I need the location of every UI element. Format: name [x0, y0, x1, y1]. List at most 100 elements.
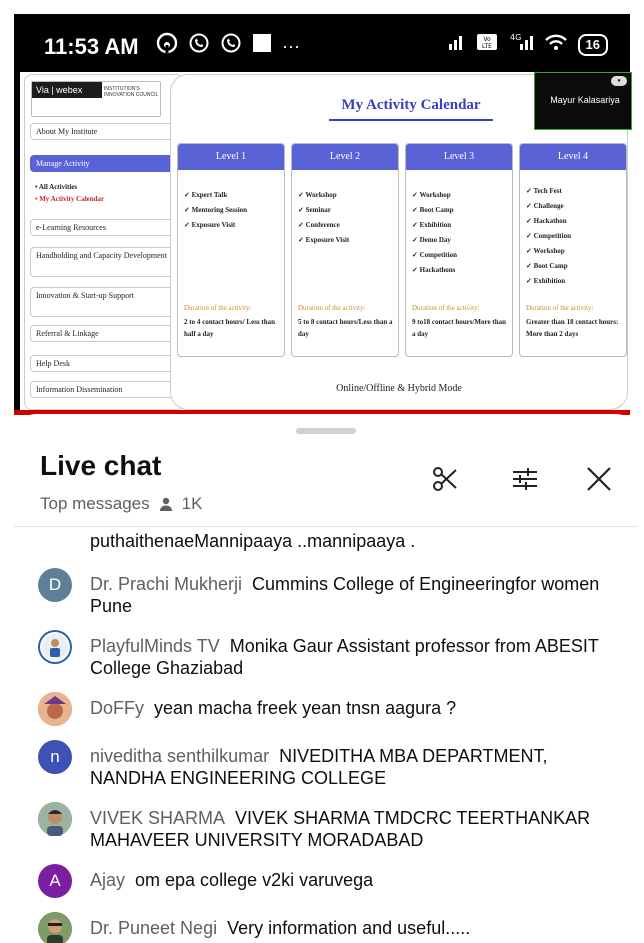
message-author[interactable]: Dr. Puneet Negi	[90, 918, 217, 938]
shared-slide: Via | webex INSTITUTION'S INNOVATION COU…	[20, 72, 632, 412]
chat-message: Dr. Puneet Negi Very information and usef…	[38, 912, 618, 943]
level-item: ✓ Boot Camp	[526, 262, 568, 270]
scissors-icon	[430, 467, 460, 500]
whatsapp-icon	[220, 32, 242, 60]
level-item: ✓ Expert Talk	[184, 191, 228, 199]
duration-text: 2 to 4 contact hours/ Less than half a d…	[184, 318, 276, 338]
svg-text:4G: 4G	[510, 33, 521, 42]
level-title: Level 1	[178, 144, 284, 170]
level-card: Level 2 ✓ Workshop ✓ Seminar ✓ Conferenc…	[291, 143, 399, 357]
level-title: Level 4	[520, 144, 626, 170]
level-items: ✓ Workshop ✓ Boot Camp ✓ Exhibition ✓ De…	[412, 188, 508, 278]
chat-settings-button[interactable]	[508, 464, 542, 498]
drag-handle[interactable]	[296, 428, 356, 434]
duration-text: 5 to 8 contact hours/Less than a day	[298, 318, 393, 338]
level-item: ✓ Exhibition	[526, 277, 566, 285]
sidebar-item-referral: Referral & Linkage	[30, 325, 180, 342]
level-item: ✓ Workshop	[412, 191, 451, 199]
message-author[interactable]: Ajay	[90, 870, 125, 890]
message-author[interactable]: Dr. Prachi Mukherji	[90, 574, 242, 594]
level-item: ✓ Seminar	[298, 206, 331, 214]
chat-message: A Ajay om epa college v2ki varuvega	[38, 864, 618, 898]
whatsapp-icon	[188, 32, 210, 60]
level-items: ✓ Tech Fest ✓ Challenge ✓ Hackathon ✓ Co…	[526, 184, 622, 289]
message-body: VIVEK SHARMA VIVEK SHARMA TMDCRC TEERTHAN…	[90, 802, 618, 851]
level-item: ✓ Exposure Visit	[184, 221, 236, 229]
level-items: ✓ Expert Talk ✓ Mentoring Session ✓ Expo…	[184, 188, 280, 233]
level-item: ✓ Workshop	[526, 247, 565, 255]
logo-subtext: INSTITUTION'S INNOVATION COUNCIL	[104, 86, 159, 98]
chat-message: puthaithenaeMannipaaya ..mannipaaya .	[38, 530, 618, 552]
battery-icon: 16	[577, 34, 608, 56]
more-icon: ···	[282, 36, 300, 56]
sidebar-item-about: About My Institute	[30, 123, 180, 140]
avatar[interactable]: n	[38, 740, 72, 774]
level-item: ✓ Hackathons	[412, 266, 456, 274]
message-body: niveditha senthilkumar NIVEDITHA MBA DEPA…	[90, 740, 618, 789]
message-author[interactable]: VIVEK SHARMA	[90, 808, 225, 828]
svg-text:LTE: LTE	[482, 43, 492, 50]
level-item: ✓ Competition	[526, 232, 571, 240]
chat-filter-dropdown[interactable]: Top messages 1K	[40, 494, 202, 514]
avatar[interactable]: D	[38, 568, 72, 602]
message-text: Very information and useful.....	[227, 918, 471, 938]
mode-text: Online/Offline & Hybrid Mode	[336, 383, 462, 394]
avatar[interactable]	[38, 692, 72, 726]
message-author[interactable]: DoFFy	[90, 698, 144, 718]
live-chat-title: Live chat	[40, 450, 162, 481]
mic-badge-icon: ●	[611, 76, 627, 86]
status-time: 11:53 AM	[44, 34, 139, 59]
chat-message-list[interactable]: puthaithenaeMannipaaya ..mannipaaya . D …	[14, 528, 638, 943]
status-bar: 11:53 AM ··· Vo LTE 4G 16	[14, 14, 630, 74]
signal-icon	[448, 33, 466, 57]
avatar[interactable]	[38, 912, 72, 943]
level-item: ✓ Exposure Visit	[298, 236, 350, 244]
message-body: Dr. Puneet Negi Very information and usef…	[90, 912, 470, 943]
square-icon	[252, 33, 272, 59]
duration-text: Greater than 18 contact hours: More than…	[526, 318, 619, 338]
chat-message: n niveditha senthilkumar NIVEDITHA MBA DE…	[38, 740, 618, 789]
participant-name: Mayur Kalasariya	[550, 95, 620, 105]
message-author[interactable]: niveditha senthilkumar	[90, 746, 269, 766]
avatar[interactable]: A	[38, 864, 72, 898]
level-item: ✓ Demo Day	[412, 236, 451, 244]
chat-message: VIVEK SHARMA VIVEK SHARMA TMDCRC TEERTHAN…	[38, 802, 618, 851]
title-underline	[329, 119, 493, 121]
avatar[interactable]	[38, 802, 72, 836]
message-author[interactable]: PlayfulMinds TV	[90, 636, 220, 656]
level-item: ✓ Tech Fest	[526, 187, 562, 195]
sidebar-item-innovation: Innovation & Start-up Support	[30, 287, 180, 317]
level-title: Level 2	[292, 144, 398, 170]
viewer-count: 1K	[181, 494, 203, 513]
person-icon	[158, 496, 174, 512]
level-card: Level 1 ✓ Expert Talk ✓ Mentoring Sessio…	[177, 143, 285, 357]
duration-text: 9 to18 contact hours/More than a day	[412, 318, 506, 338]
chat-message: PlayfulMinds TV Monika Gaur Assistant pro…	[38, 630, 618, 679]
message-text: puthaithenaeMannipaaya ..mannipaaya .	[90, 531, 416, 551]
sidebar-item-manage-activity: Manage Activity	[30, 155, 180, 172]
wifi-icon	[544, 32, 568, 58]
close-icon	[584, 467, 614, 500]
level-item: ✓ Hackathon	[526, 217, 567, 225]
4g-signal-icon: 4G	[508, 32, 534, 58]
slide-sidebar: Via | webex INSTITUTION'S INNOVATION COU…	[24, 74, 184, 410]
webex-logo: Via | webex INSTITUTION'S INNOVATION COU…	[31, 81, 161, 117]
avatar[interactable]	[38, 630, 72, 664]
level-item: ✓ Conference	[298, 221, 340, 229]
clip-button[interactable]	[428, 464, 462, 498]
sidebar-item-info-dissemination: Information Dissemination	[30, 381, 180, 398]
sidebar-sub-all-activities: • All Activities	[35, 183, 78, 191]
participant-video-tile[interactable]: ● Mayur Kalasariya	[534, 72, 632, 130]
level-item: ✓ Mentoring Session	[184, 206, 248, 214]
close-button[interactable]	[582, 464, 616, 498]
header-divider	[14, 526, 638, 527]
sidebar-item-handholding: Handholding and Capacity Development	[30, 247, 180, 277]
hotspot-icon	[156, 32, 178, 60]
status-left-icons: ···	[156, 32, 300, 60]
duration-label: Duration of the activity:	[412, 304, 480, 312]
sidebar-item-help-desk: Help Desk	[30, 355, 180, 372]
level-item: ✓ Workshop	[298, 191, 337, 199]
level-item: ✓ Exhibition	[412, 221, 452, 229]
level-items: ✓ Workshop ✓ Seminar ✓ Conference ✓ Expo…	[298, 188, 394, 248]
sliders-icon	[510, 468, 540, 500]
